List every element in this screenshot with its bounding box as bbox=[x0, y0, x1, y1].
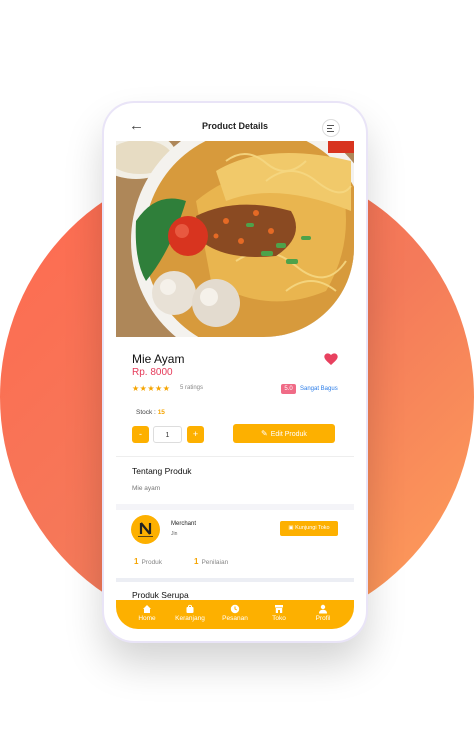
quantity-minus-button[interactable]: - bbox=[132, 426, 149, 443]
product-image bbox=[116, 141, 354, 337]
stock-label: Stock : bbox=[136, 409, 156, 416]
store-icon bbox=[275, 605, 283, 613]
stock-value: 15 bbox=[157, 409, 165, 416]
edit-product-button[interactable]: ✎ Edit Produk bbox=[233, 424, 335, 443]
quantity-input[interactable]: 1 bbox=[153, 426, 182, 443]
nav-profile[interactable]: Profil bbox=[303, 604, 343, 622]
merchant-logo[interactable] bbox=[131, 515, 160, 544]
ratings-count: 5 ratings bbox=[180, 385, 204, 391]
product-name: Mie Ayam bbox=[132, 352, 185, 366]
section-divider bbox=[116, 578, 354, 582]
pencil-icon: ✎ bbox=[261, 429, 268, 438]
divider bbox=[116, 456, 354, 457]
heart-icon[interactable] bbox=[323, 351, 339, 367]
menu-icon[interactable] bbox=[322, 119, 340, 137]
home-icon bbox=[143, 605, 151, 613]
visit-store-label: Kunjungi Toko bbox=[295, 525, 330, 531]
product-price: Rp. 8000 bbox=[132, 367, 173, 378]
cart-icon bbox=[186, 604, 194, 613]
rating-label: Sangat Bagus bbox=[300, 386, 338, 392]
nav-cart[interactable]: Keranjang bbox=[170, 604, 210, 622]
nav-cart-label: Keranjang bbox=[175, 615, 205, 622]
similar-products-heading: Produk Serupa bbox=[132, 590, 189, 600]
products-label: Produk bbox=[141, 559, 163, 566]
edit-product-label: Edit Produk bbox=[270, 431, 307, 438]
store-icon: ▣ bbox=[288, 525, 294, 531]
bottom-nav: Home Keranjang Pesanan Toko Profil bbox=[116, 600, 354, 629]
quantity-plus-button[interactable]: + bbox=[187, 426, 204, 443]
products-stat: 1 Produk bbox=[134, 557, 162, 566]
stock-info: Stock : 15 bbox=[136, 409, 165, 416]
nav-orders-label: Pesanan bbox=[222, 615, 248, 622]
app-header: ← Product Details bbox=[116, 113, 354, 141]
nav-home-label: Home bbox=[138, 615, 156, 622]
phone-frame: ← Product Details Mie Ayam Rp. 8000 ★★★★… bbox=[104, 103, 366, 641]
nav-home[interactable]: Home bbox=[127, 604, 167, 622]
user-icon bbox=[319, 604, 327, 614]
nav-profile-label: Profil bbox=[315, 615, 331, 622]
products-count: 1 bbox=[134, 557, 139, 566]
phone-screen: ← Product Details Mie Ayam Rp. 8000 ★★★★… bbox=[116, 113, 354, 629]
section-divider bbox=[116, 504, 354, 510]
reviews-count: 1 bbox=[194, 557, 199, 566]
about-heading: Tentang Produk bbox=[132, 466, 192, 476]
reviews-label: Penilaian bbox=[201, 559, 229, 566]
nav-store[interactable]: Toko bbox=[259, 604, 299, 622]
visit-store-button[interactable]: ▣ Kunjungi Toko bbox=[280, 521, 338, 536]
clock-icon bbox=[230, 604, 240, 614]
rating-stars: ★★★★★ bbox=[132, 384, 171, 393]
page-title: Product Details bbox=[201, 121, 268, 131]
product-card: Mie Ayam Rp. 8000 ★★★★★ 5 ratings 5.0 Sa… bbox=[116, 338, 354, 629]
reviews-stat: 1 Penilaian bbox=[194, 557, 228, 566]
merchant-name: Jin bbox=[171, 531, 178, 537]
nav-orders[interactable]: Pesanan bbox=[215, 604, 255, 622]
merchant-label: Merchant bbox=[171, 521, 197, 527]
nav-store-label: Toko bbox=[272, 615, 286, 622]
rating-badge: 5.0 bbox=[281, 384, 296, 394]
about-text: Mie ayam bbox=[132, 485, 161, 492]
